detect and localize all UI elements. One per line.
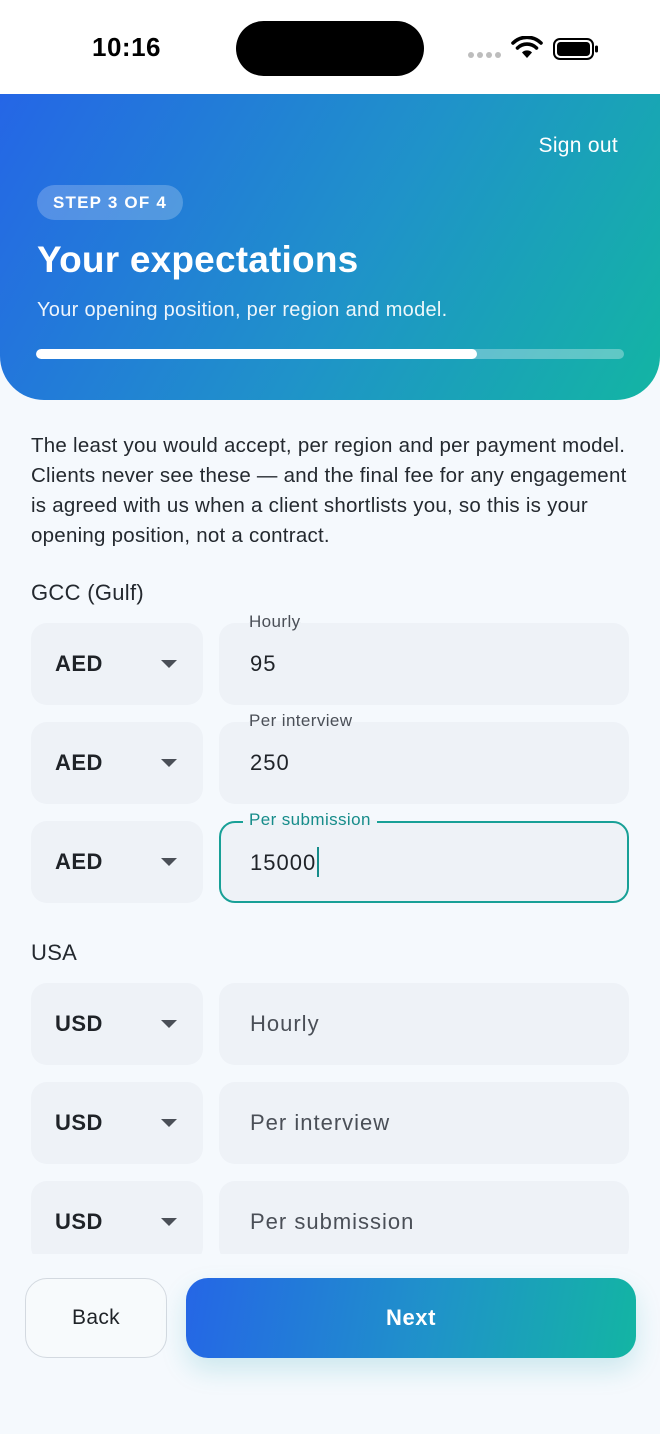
region-label-usa: USA: [31, 940, 78, 965]
rate-field-per-submission[interactable]: Per submission 15000: [219, 810, 629, 903]
signal-icon: [468, 52, 502, 58]
field-label: Hourly: [249, 612, 301, 632]
text-cursor: [317, 847, 320, 877]
field-value: 95: [250, 651, 277, 676]
currency-code: USD: [55, 1110, 103, 1135]
field-value-wrap: 15000: [250, 847, 320, 879]
caret-down-icon: [161, 1020, 177, 1028]
currency-code: AED: [55, 750, 103, 775]
currency-code: AED: [55, 651, 103, 676]
battery-icon: [553, 38, 598, 60]
sign-out-link[interactable]: Sign out: [539, 134, 618, 158]
step-badge: STEP 3 OF 4: [37, 185, 183, 220]
currency-select[interactable]: AED: [31, 821, 203, 903]
field-value: 250: [250, 750, 290, 775]
currency-select[interactable]: USD: [31, 1082, 203, 1164]
status-time: 10:16: [92, 32, 161, 62]
rate-field-per-interview[interactable]: Per interview 250: [219, 711, 629, 804]
rate-field-per-submission[interactable]: [219, 1181, 629, 1263]
wifi-icon: [511, 36, 543, 58]
status-bar: 10:16: [0, 0, 660, 94]
field-label: Per submission: [243, 810, 377, 830]
back-button[interactable]: Back: [25, 1278, 167, 1358]
currency-code: USD: [55, 1209, 103, 1234]
rate-input-per-interview[interactable]: [250, 1106, 600, 1140]
progress-bar: [36, 349, 624, 359]
rate-field-hourly[interactable]: [219, 983, 629, 1065]
dynamic-island: [236, 21, 424, 76]
rate-input-per-submission[interactable]: [250, 1205, 600, 1239]
rate-input-hourly[interactable]: [250, 1007, 600, 1041]
page-title: Your expectations: [37, 239, 359, 280]
currency-select[interactable]: AED: [31, 722, 203, 804]
field-label: Per interview: [249, 711, 353, 731]
currency-select[interactable]: USD: [31, 983, 203, 1065]
currency-code: AED: [55, 849, 103, 874]
currency-code: USD: [55, 1011, 103, 1036]
region-label-gcc: GCC (Gulf): [31, 580, 144, 605]
currency-select[interactable]: AED: [31, 623, 203, 705]
field-value: 15000: [250, 849, 317, 875]
rate-field-per-interview[interactable]: [219, 1082, 629, 1164]
caret-down-icon: [161, 858, 177, 866]
page-subtitle: Your opening position, per region and mo…: [37, 299, 448, 321]
caret-down-icon: [161, 1119, 177, 1127]
caret-down-icon: [161, 660, 177, 668]
caret-down-icon: [161, 1218, 177, 1226]
progress-bar-fill: [36, 349, 477, 359]
currency-select[interactable]: USD: [31, 1181, 203, 1263]
next-button[interactable]: Next: [186, 1278, 636, 1358]
caret-down-icon: [161, 759, 177, 767]
screen: 10:16 Sign out STEP 3 OF 4 Your expectat…: [0, 0, 660, 1434]
intro-text: The least you would accept, per region a…: [31, 434, 627, 547]
header: Sign out STEP 3 OF 4 Your expectations Y…: [0, 94, 660, 400]
rate-field-hourly[interactable]: Hourly 95: [219, 612, 629, 705]
